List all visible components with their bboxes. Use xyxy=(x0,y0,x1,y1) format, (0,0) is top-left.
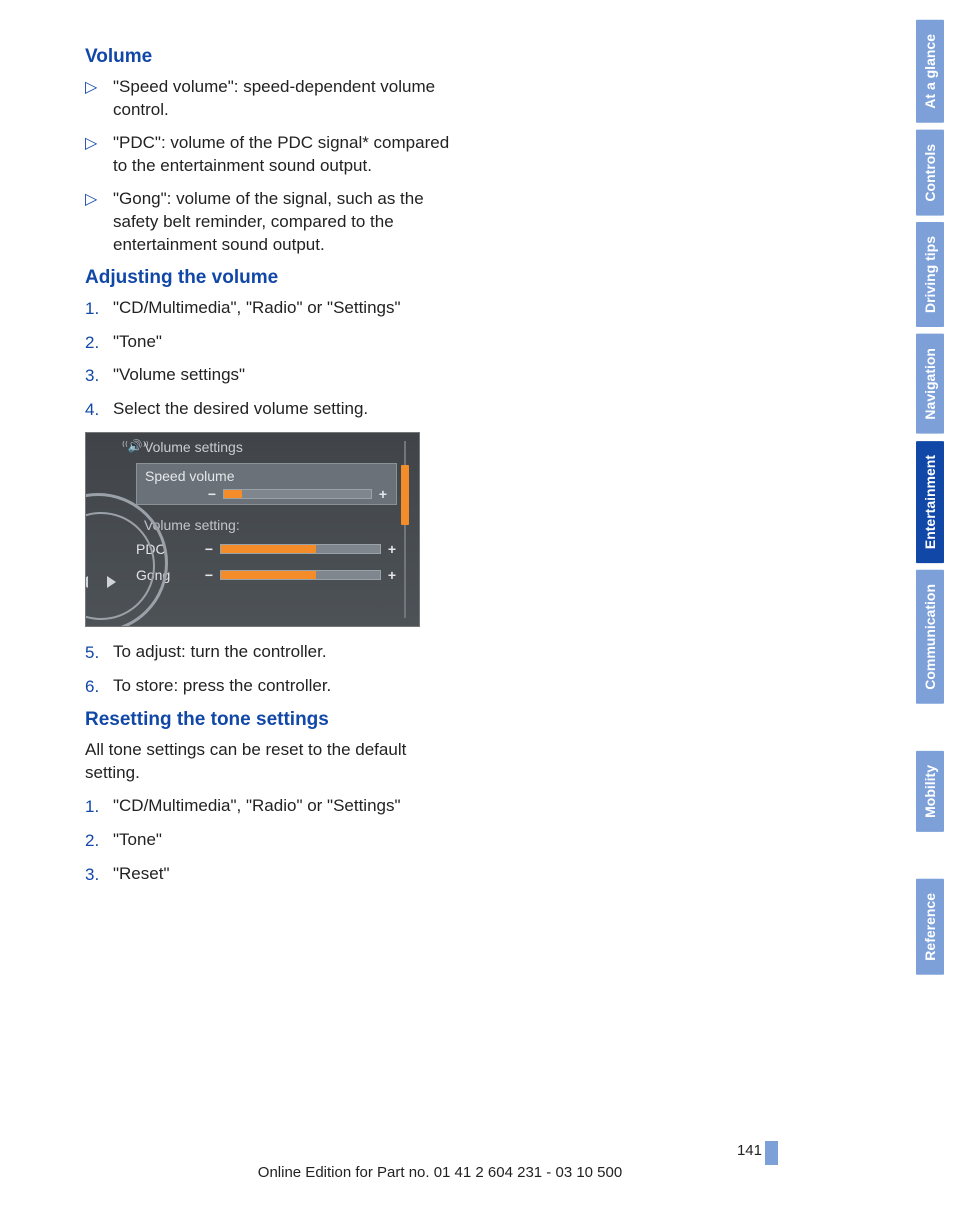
list-text: Select the desired volume setting. xyxy=(113,398,465,421)
bullet-icon: ▷ xyxy=(85,188,113,211)
adjusting-steps-before: 1."CD/Multimedia", "Radio" or "Settings"… xyxy=(85,297,465,423)
page-number: 141 xyxy=(737,1142,762,1159)
list-item: 2."Tone" xyxy=(85,829,465,853)
scrollbar xyxy=(401,441,409,618)
speed-volume-slider: − + xyxy=(145,486,388,502)
list-text: "CD/Multimedia", "Radio" or "Settings" xyxy=(113,795,465,818)
step-number: 3. xyxy=(85,364,113,388)
page-content: Volume ▷ "Speed volume": speed-dependent… xyxy=(85,40,855,897)
footer-line: Online Edition for Part no. 01 41 2 604 … xyxy=(0,1164,880,1181)
list-text: "Tone" xyxy=(113,331,465,354)
list-item: 5.To adjust: turn the controller. xyxy=(85,641,465,665)
list-item: ▷ "PDC": volume of the PDC signal* compa… xyxy=(85,132,465,178)
minus-icon: − xyxy=(204,541,214,557)
slider-track xyxy=(223,489,372,499)
plus-icon: + xyxy=(387,541,397,557)
tab-at-a-glance[interactable]: At a glance xyxy=(916,20,944,123)
list-text: "PDC": volume of the PDC signal* compare… xyxy=(113,132,465,178)
list-text: "Gong": volume of the signal, such as th… xyxy=(113,188,465,257)
list-text: "Reset" xyxy=(113,863,465,886)
tab-communication[interactable]: Communication xyxy=(916,570,944,704)
plus-icon: + xyxy=(387,567,397,583)
list-item: 6.To store: press the controller. xyxy=(85,675,465,699)
minus-icon: − xyxy=(204,567,214,583)
bullet-icon: ▷ xyxy=(85,132,113,155)
list-text: "Tone" xyxy=(113,829,465,852)
heading-volume: Volume xyxy=(85,46,465,68)
left-column: Volume ▷ "Speed volume": speed-dependent… xyxy=(85,46,465,887)
tab-driving-tips[interactable]: Driving tips xyxy=(916,222,944,327)
volume-bullets: ▷ "Speed volume": speed-dependent volume… xyxy=(85,76,465,257)
tab-navigation[interactable]: Navigation xyxy=(916,334,944,434)
step-number: 3. xyxy=(85,863,113,887)
slider-fill xyxy=(224,490,242,498)
heading-adjusting: Adjusting the volume xyxy=(85,267,465,289)
chevron-right-icon xyxy=(107,576,116,588)
tab-controls[interactable]: Controls xyxy=(916,130,944,216)
scrollbar-handle xyxy=(401,465,409,525)
list-item: 1."CD/Multimedia", "Radio" or "Settings" xyxy=(85,795,465,819)
list-item: 3."Reset" xyxy=(85,863,465,887)
list-item: 1."CD/Multimedia", "Radio" or "Settings" xyxy=(85,297,465,321)
controller-ring xyxy=(85,493,168,627)
list-text: "CD/Multimedia", "Radio" or "Settings" xyxy=(113,297,465,320)
adjusting-steps-after: 5.To adjust: turn the controller. 6.To s… xyxy=(85,641,465,699)
step-number: 2. xyxy=(85,331,113,355)
list-item: ▷ "Gong": volume of the signal, such as … xyxy=(85,188,465,257)
pdc-row: PDC − + xyxy=(136,541,397,557)
page-number-bar xyxy=(765,1141,778,1165)
slider-track xyxy=(220,544,381,554)
minus-icon: − xyxy=(207,486,217,502)
step-number: 1. xyxy=(85,795,113,819)
list-item: 4.Select the desired volume setting. xyxy=(85,398,465,422)
step-number: 4. xyxy=(85,398,113,422)
step-number: 5. xyxy=(85,641,113,665)
list-text: "Volume settings" xyxy=(113,364,465,387)
gong-row: Gong − + xyxy=(136,567,397,583)
selected-setting: Speed volume − + xyxy=(136,463,397,505)
plus-icon: + xyxy=(378,486,388,502)
slider-fill xyxy=(221,571,316,579)
slider-track xyxy=(220,570,381,580)
step-number: 6. xyxy=(85,675,113,699)
idrive-screenshot: ⁽⁽🔊⁾⁾ Volume settings Speed volume − + V… xyxy=(85,432,420,627)
reset-intro: All tone settings can be reset to the de… xyxy=(85,739,465,785)
list-item: 2."Tone" xyxy=(85,331,465,355)
list-item: ▷ "Speed volume": speed-dependent volume… xyxy=(85,76,465,122)
list-text: To store: press the controller. xyxy=(113,675,465,698)
screen-title: Volume settings xyxy=(144,439,243,455)
bullet-icon: ▷ xyxy=(85,76,113,99)
controller-ring-inner xyxy=(85,512,155,620)
list-text: To adjust: turn the controller. xyxy=(113,641,465,664)
step-number: 2. xyxy=(85,829,113,853)
selected-label: Speed volume xyxy=(145,468,388,484)
heading-reset: Resetting the tone settings xyxy=(85,709,465,731)
tab-reference[interactable]: Reference xyxy=(916,879,944,975)
chevron-left-icon xyxy=(85,576,88,588)
reset-steps: 1."CD/Multimedia", "Radio" or "Settings"… xyxy=(85,795,465,887)
tab-mobility[interactable]: Mobility xyxy=(916,751,944,832)
side-tabs: At a glance Controls Driving tips Naviga… xyxy=(916,20,944,974)
step-number: 1. xyxy=(85,297,113,321)
slider-fill xyxy=(221,545,316,553)
tab-entertainment[interactable]: Entertainment xyxy=(916,441,944,563)
list-item: 3."Volume settings" xyxy=(85,364,465,388)
list-text: "Speed volume": speed-dependent volume c… xyxy=(113,76,465,122)
